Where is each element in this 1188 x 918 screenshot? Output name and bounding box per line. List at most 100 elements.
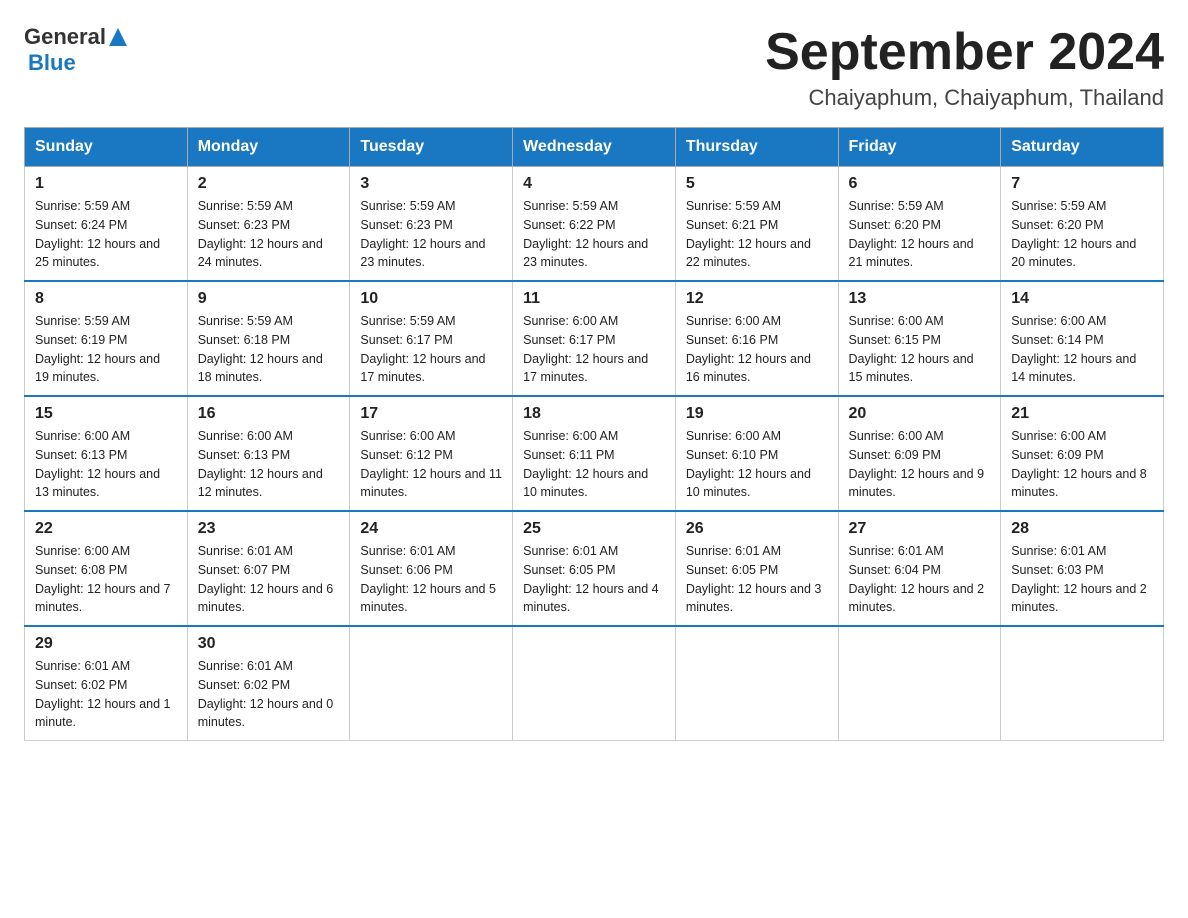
calendar-header-row: SundayMondayTuesdayWednesdayThursdayFrid… [25,128,1164,167]
day-number: 21 [1011,405,1153,423]
calendar-cell: 23 Sunrise: 6:01 AMSunset: 6:07 PMDayligh… [187,511,350,626]
logo-text-blue: Blue [28,50,76,76]
calendar-cell: 27 Sunrise: 6:01 AMSunset: 6:04 PMDayligh… [838,511,1001,626]
calendar-cell: 1 Sunrise: 5:59 AMSunset: 6:24 PMDaylight… [25,167,188,282]
day-info: Sunrise: 6:00 AMSunset: 6:13 PMDaylight:… [35,427,177,502]
day-info: Sunrise: 5:59 AMSunset: 6:20 PMDaylight:… [1011,197,1153,272]
day-number: 26 [686,520,828,538]
calendar-cell: 8Sunrise: 5:59 AMSunset: 6:19 PMDaylight… [25,281,188,396]
day-info: Sunrise: 6:00 AMSunset: 6:16 PMDaylight:… [686,312,828,387]
day-number: 3 [360,175,502,193]
day-info: Sunrise: 5:59 AMSunset: 6:21 PMDaylight:… [686,197,828,272]
calendar-cell: 19 Sunrise: 6:00 AMSunset: 6:10 PMDayligh… [675,396,838,511]
day-number: 15 [35,405,177,423]
day-number: 17 [360,405,502,423]
day-info: Sunrise: 6:00 AMSunset: 6:15 PMDaylight:… [849,312,991,387]
day-info: Sunrise: 6:01 AMSunset: 6:02 PMDaylight:… [198,657,340,732]
day-info: Sunrise: 6:00 AMSunset: 6:17 PMDaylight:… [523,312,665,387]
day-info: Sunrise: 6:00 AMSunset: 6:10 PMDaylight:… [686,427,828,502]
day-number: 30 [198,635,340,653]
calendar-cell: 24Sunrise: 6:01 AMSunset: 6:06 PMDayligh… [350,511,513,626]
calendar-header-thursday: Thursday [675,128,838,167]
calendar-cell: 22 Sunrise: 6:00 AMSunset: 6:08 PMDayligh… [25,511,188,626]
day-info: Sunrise: 6:00 AMSunset: 6:09 PMDaylight:… [849,427,991,502]
day-number: 20 [849,405,991,423]
calendar-week-3: 15 Sunrise: 6:00 AMSunset: 6:13 PMDayligh… [25,396,1164,511]
day-number: 22 [35,520,177,538]
day-number: 9 [198,290,340,308]
day-info: Sunrise: 6:00 AMSunset: 6:08 PMDaylight:… [35,542,177,617]
calendar-cell: 3 Sunrise: 5:59 AMSunset: 6:23 PMDaylight… [350,167,513,282]
calendar-header-friday: Friday [838,128,1001,167]
day-info: Sunrise: 6:00 AMSunset: 6:13 PMDaylight:… [198,427,340,502]
calendar-cell: 11 Sunrise: 6:00 AMSunset: 6:17 PMDayligh… [513,281,676,396]
title-section: September 2024 Chaiyaphum, Chaiyaphum, T… [765,24,1164,111]
day-info: Sunrise: 6:01 AMSunset: 6:02 PMDaylight:… [35,657,177,732]
day-number: 1 [35,175,177,193]
day-number: 11 [523,290,665,308]
day-number: 5 [686,175,828,193]
day-info: Sunrise: 5:59 AMSunset: 6:18 PMDaylight:… [198,312,340,387]
calendar-cell: 15 Sunrise: 6:00 AMSunset: 6:13 PMDayligh… [25,396,188,511]
calendar-cell: 20 Sunrise: 6:00 AMSunset: 6:09 PMDayligh… [838,396,1001,511]
calendar-cell: 10Sunrise: 5:59 AMSunset: 6:17 PMDayligh… [350,281,513,396]
day-info: Sunrise: 6:01 AMSunset: 6:05 PMDaylight:… [523,542,665,617]
day-number: 28 [1011,520,1153,538]
day-number: 18 [523,405,665,423]
calendar-cell: 5 Sunrise: 5:59 AMSunset: 6:21 PMDaylight… [675,167,838,282]
day-info: Sunrise: 5:59 AMSunset: 6:19 PMDaylight:… [35,312,177,387]
calendar-cell [838,626,1001,741]
day-number: 23 [198,520,340,538]
day-number: 19 [686,405,828,423]
calendar-cell: 2 Sunrise: 5:59 AMSunset: 6:23 PMDaylight… [187,167,350,282]
calendar-header-saturday: Saturday [1001,128,1164,167]
day-number: 6 [849,175,991,193]
day-info: Sunrise: 6:00 AMSunset: 6:11 PMDaylight:… [523,427,665,502]
day-info: Sunrise: 5:59 AMSunset: 6:17 PMDaylight:… [360,312,502,387]
calendar-week-4: 22 Sunrise: 6:00 AMSunset: 6:08 PMDayligh… [25,511,1164,626]
day-number: 12 [686,290,828,308]
day-number: 2 [198,175,340,193]
day-info: Sunrise: 6:01 AMSunset: 6:06 PMDaylight:… [360,542,502,617]
calendar-cell [350,626,513,741]
day-info: Sunrise: 5:59 AMSunset: 6:22 PMDaylight:… [523,197,665,272]
calendar-cell: 16 Sunrise: 6:00 AMSunset: 6:13 PMDayligh… [187,396,350,511]
calendar-cell: 17 Sunrise: 6:00 AMSunset: 6:12 PMDayligh… [350,396,513,511]
day-number: 25 [523,520,665,538]
day-number: 14 [1011,290,1153,308]
day-number: 29 [35,635,177,653]
calendar-cell: 9 Sunrise: 5:59 AMSunset: 6:18 PMDaylight… [187,281,350,396]
day-number: 4 [523,175,665,193]
calendar-table: SundayMondayTuesdayWednesdayThursdayFrid… [24,127,1164,741]
day-number: 16 [198,405,340,423]
day-info: Sunrise: 5:59 AMSunset: 6:23 PMDaylight:… [360,197,502,272]
calendar-cell: 26Sunrise: 6:01 AMSunset: 6:05 PMDayligh… [675,511,838,626]
calendar-cell [1001,626,1164,741]
calendar-week-5: 29 Sunrise: 6:01 AMSunset: 6:02 PMDayligh… [25,626,1164,741]
calendar-cell: 21 Sunrise: 6:00 AMSunset: 6:09 PMDayligh… [1001,396,1164,511]
calendar-cell: 6Sunrise: 5:59 AMSunset: 6:20 PMDaylight… [838,167,1001,282]
calendar-cell: 7 Sunrise: 5:59 AMSunset: 6:20 PMDaylight… [1001,167,1164,282]
logo-text-general: General [24,24,106,50]
day-info: Sunrise: 6:00 AMSunset: 6:09 PMDaylight:… [1011,427,1153,502]
day-info: Sunrise: 6:01 AMSunset: 6:07 PMDaylight:… [198,542,340,617]
day-number: 13 [849,290,991,308]
calendar-cell: 13 Sunrise: 6:00 AMSunset: 6:15 PMDayligh… [838,281,1001,396]
logo: General Blue [24,24,130,76]
calendar-cell: 12 Sunrise: 6:00 AMSunset: 6:16 PMDayligh… [675,281,838,396]
day-info: Sunrise: 5:59 AMSunset: 6:23 PMDaylight:… [198,197,340,272]
day-info: Sunrise: 6:01 AMSunset: 6:03 PMDaylight:… [1011,542,1153,617]
day-info: Sunrise: 6:01 AMSunset: 6:04 PMDaylight:… [849,542,991,617]
day-number: 7 [1011,175,1153,193]
day-number: 27 [849,520,991,538]
calendar-cell: 18 Sunrise: 6:00 AMSunset: 6:11 PMDayligh… [513,396,676,511]
calendar-header-wednesday: Wednesday [513,128,676,167]
calendar-header-monday: Monday [187,128,350,167]
page-header: General Blue September 2024 Chaiyaphum, … [24,24,1164,111]
day-info: Sunrise: 6:00 AMSunset: 6:12 PMDaylight:… [360,427,502,502]
calendar-cell: 30 Sunrise: 6:01 AMSunset: 6:02 PMDayligh… [187,626,350,741]
day-info: Sunrise: 5:59 AMSunset: 6:24 PMDaylight:… [35,197,177,272]
calendar-cell: 14Sunrise: 6:00 AMSunset: 6:14 PMDayligh… [1001,281,1164,396]
calendar-week-2: 8Sunrise: 5:59 AMSunset: 6:19 PMDaylight… [25,281,1164,396]
logo-triangle-icon [107,26,129,48]
